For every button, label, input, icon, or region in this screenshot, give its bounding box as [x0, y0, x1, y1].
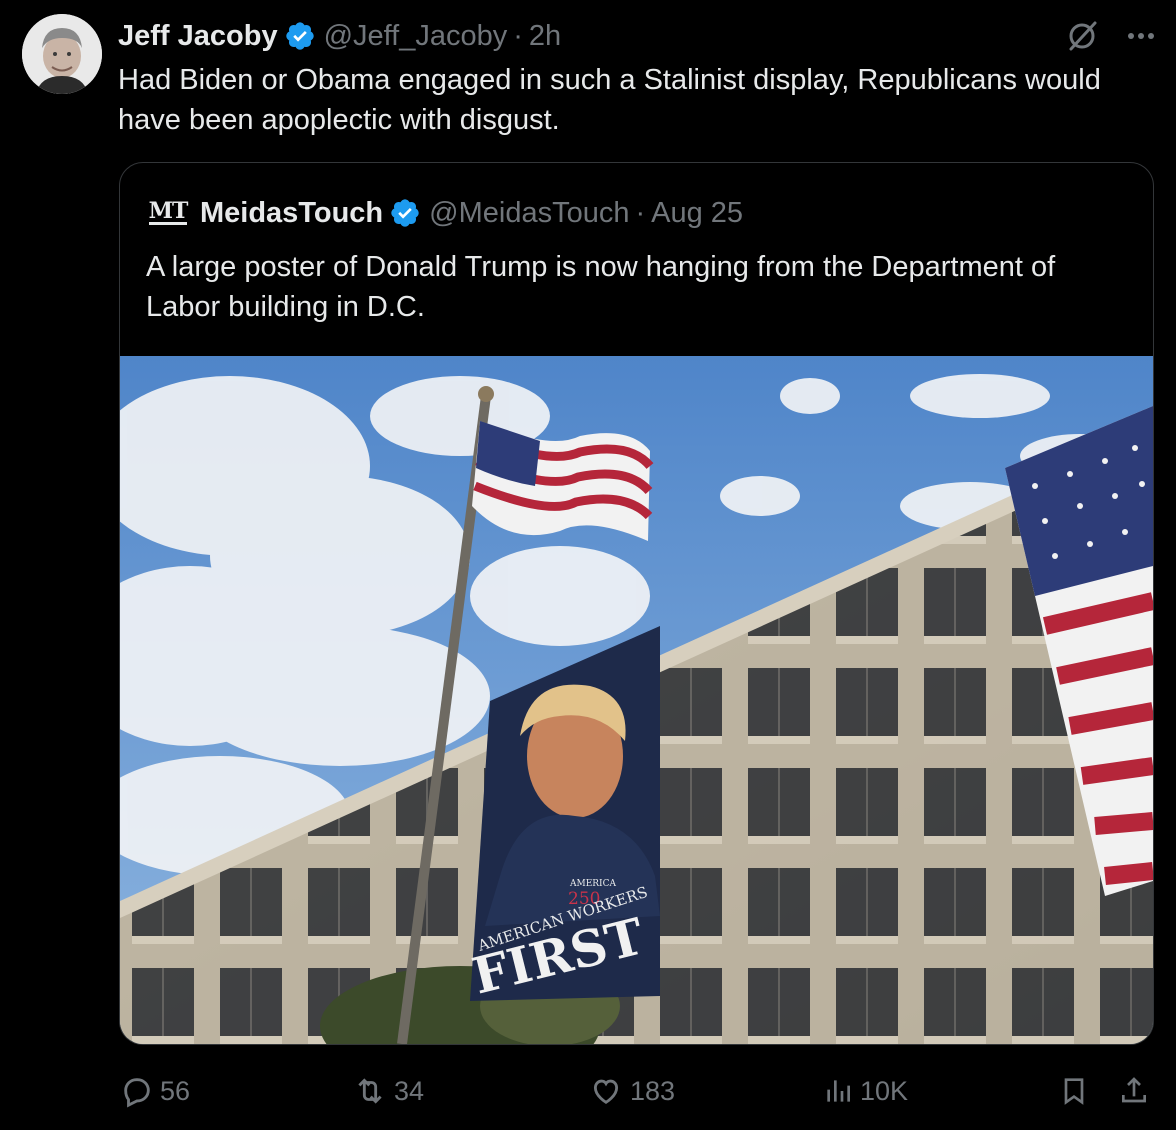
top-icons	[1064, 18, 1156, 54]
author-avatar[interactable]	[22, 14, 102, 94]
tweet-time[interactable]: 2h	[529, 20, 561, 53]
share-button[interactable]	[1118, 1066, 1156, 1116]
tweet-header: Jeff Jacoby @Jeff_Jacoby · 2h	[118, 16, 561, 56]
separator: ·	[635, 196, 646, 229]
reply-icon	[124, 1078, 150, 1108]
views-icon	[827, 1080, 850, 1102]
bookmark-button[interactable]	[1058, 1066, 1096, 1116]
quoted-tweet[interactable]: MT MeidasTouch @MeidasTouch · Aug 25 A l…	[119, 162, 1154, 1045]
quoted-author-handle[interactable]: @MeidasTouch	[429, 197, 629, 230]
tweet-text: Had Biden or Obama engaged in such a Sta…	[118, 64, 1101, 136]
more-icon[interactable]	[1126, 18, 1156, 54]
views-count: 10K	[860, 1075, 909, 1106]
banner-small-text: AMERICA	[569, 879, 617, 889]
like-count: 183	[630, 1075, 676, 1106]
repost-button[interactable]: 34	[352, 1066, 424, 1116]
grok-icon[interactable]	[1064, 18, 1100, 54]
quoted-header: MT MeidasTouch @MeidasTouch · Aug 25	[146, 193, 743, 233]
repost-icon	[358, 1078, 382, 1104]
share-icon	[1122, 1077, 1146, 1103]
quoted-tweet-text: A large poster of Donald Trump is now ha…	[146, 251, 1056, 323]
like-button[interactable]: 183	[588, 1066, 675, 1116]
quoted-tweet-time[interactable]: Aug 25	[651, 197, 743, 230]
like-icon	[593, 1079, 619, 1104]
repost-count: 34	[394, 1075, 425, 1106]
bookmark-icon	[1064, 1078, 1084, 1105]
verified-badge-icon	[391, 199, 419, 227]
meidastouch-avatar[interactable]: MT	[146, 198, 190, 228]
author-handle[interactable]: @Jeff_Jacoby	[324, 20, 508, 53]
author-name[interactable]: Jeff Jacoby	[118, 20, 278, 53]
mt-logo-text: MT	[148, 198, 189, 224]
quoted-photo[interactable]: AMERICA 250 AMERICAN WORKERS FIRST	[120, 356, 1153, 1044]
verified-badge-icon	[285, 22, 314, 50]
separator: ·	[513, 19, 523, 52]
reply-count: 56	[160, 1075, 191, 1106]
quoted-author-name[interactable]: MeidasTouch	[200, 197, 383, 230]
reply-button[interactable]: 56	[120, 1066, 190, 1116]
action-bar: 56 34 183 10K	[0, 1066, 1176, 1116]
views-button[interactable]: 10K	[822, 1066, 908, 1116]
